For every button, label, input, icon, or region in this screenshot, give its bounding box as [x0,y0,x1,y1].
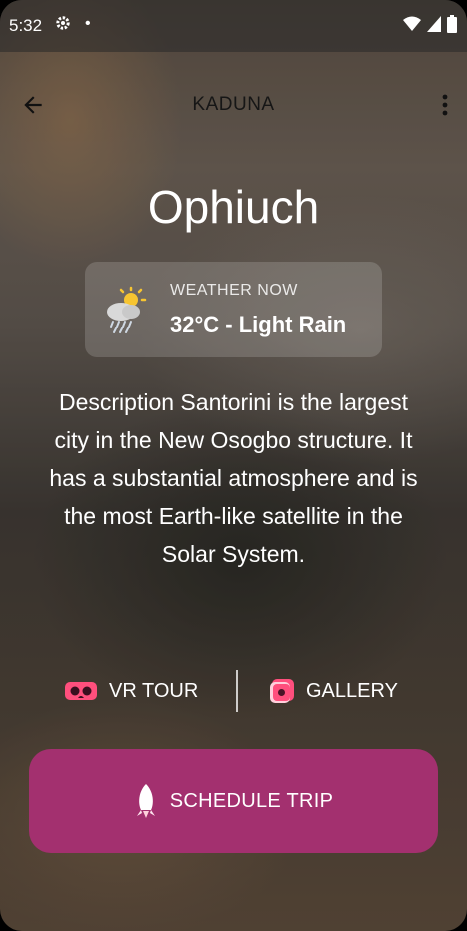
gallery-icon [270,679,294,703]
gear-icon [55,15,71,36]
vr-tour-button[interactable]: VR TOUR [65,668,198,714]
app-screen: 5:32 • KADUNA Ophiuch WEATHER NOW 32°C -… [0,0,467,931]
status-bar: 5:32 • [0,0,467,52]
app-title: KADUNA [192,94,275,115]
app-bar: KADUNA [0,70,467,140]
weather-value: 32°C - Light Rain [170,312,347,337]
gallery-button[interactable]: GALLERY [270,668,398,714]
status-icons [403,15,457,33]
gallery-label: GALLERY [306,679,398,702]
place-name: Ophiuch [147,181,320,233]
action-divider [236,670,238,712]
schedule-trip-label: SCHEDULE TRIP [169,789,334,812]
weather-label: WEATHER NOW [170,282,298,299]
battery-icon [447,15,457,33]
schedule-trip-button[interactable]: SCHEDULE TRIP [29,749,438,853]
vr-headset-icon [65,682,97,700]
wifi-icon [403,16,421,31]
dot-icon: • [85,15,91,32]
signal-icon [427,16,441,32]
status-time: 5:32 [9,16,43,35]
more-options-button[interactable] [439,92,451,118]
vr-tour-label: VR TOUR [109,679,199,702]
rocket-icon [136,784,155,818]
sun-cloud-rain-icon [101,286,149,334]
place-description: Description Santorini is the largest cit… [49,389,418,567]
weather-card: WEATHER NOW 32°C - Light Rain [85,262,382,357]
more-vert-icon [442,94,448,116]
action-row: VR TOUR GALLERY [0,668,467,714]
